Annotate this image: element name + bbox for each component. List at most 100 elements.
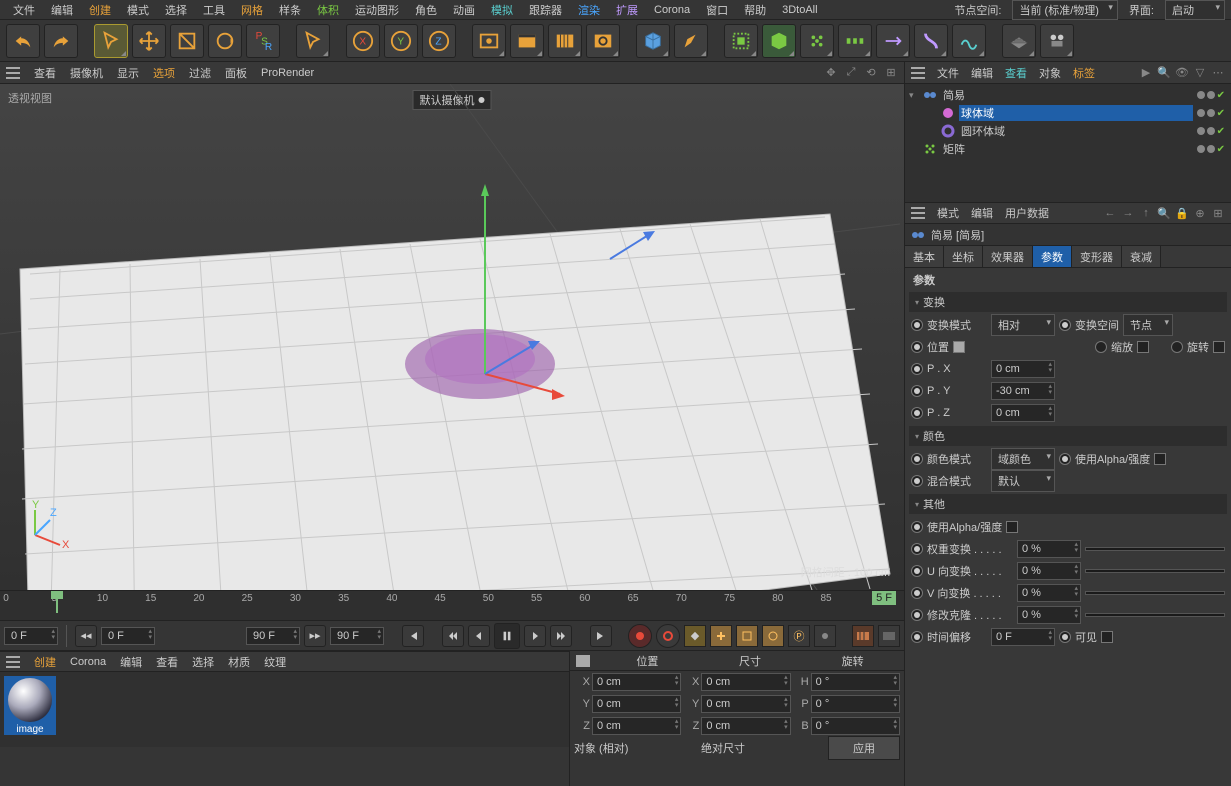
vp-orbit-icon[interactable]: ⟲ <box>864 66 878 80</box>
menu-help[interactable]: 帮助 <box>737 0 773 20</box>
rotation-checkbox[interactable] <box>1213 341 1225 353</box>
extrude-button[interactable] <box>762 24 796 58</box>
weight-field[interactable]: 0 %▴▾ <box>1017 540 1081 558</box>
key-pla-button[interactable] <box>814 625 836 647</box>
coord-size-field[interactable]: 0 cm▴▾ <box>701 717 790 735</box>
v-slider[interactable] <box>1085 591 1225 595</box>
menu-character[interactable]: 角色 <box>408 0 444 20</box>
range-start-icon[interactable]: ◂◂ <box>75 625 97 647</box>
om-menu-tags[interactable]: 标签 <box>1073 65 1095 81</box>
attr-menu-edit[interactable]: 编辑 <box>971 205 993 221</box>
menu-select[interactable]: 选择 <box>158 0 194 20</box>
render-settings-button[interactable] <box>586 24 620 58</box>
environment-button[interactable] <box>952 24 986 58</box>
coord-burger-icon[interactable] <box>576 655 590 667</box>
range-start-field[interactable]: 0 F▴▾ <box>101 627 155 645</box>
object-tree[interactable]: ▾ 简易 ✔ 球体域 ✔ 圆环体域 ✔ 矩阵 ✔ <box>905 84 1231 202</box>
visibility-dot[interactable] <box>1197 145 1205 153</box>
blend-mode-dropdown[interactable]: 默认 <box>991 470 1055 492</box>
v-radio[interactable] <box>911 587 923 599</box>
timeline-fcurve-button[interactable] <box>878 625 900 647</box>
color-mode-dropdown[interactable]: 域颜色 <box>991 448 1055 470</box>
vp-max-icon[interactable]: ⊞ <box>884 66 898 80</box>
goto-start-button[interactable] <box>402 625 424 647</box>
position-checkbox[interactable] <box>953 341 965 353</box>
menu-3dtoall[interactable]: 3DtoAll <box>775 2 824 18</box>
render-dot[interactable] <box>1207 109 1215 117</box>
om-menu-file[interactable]: 文件 <box>937 65 959 81</box>
coord-rot-field[interactable]: 0 °▴▾ <box>811 673 900 691</box>
object-name[interactable]: 矩阵 <box>941 141 1193 157</box>
psr-tool[interactable]: PSR <box>246 24 280 58</box>
render-pv-button[interactable] <box>510 24 544 58</box>
coord-rot-field[interactable]: 0 °▴▾ <box>811 695 900 713</box>
visible-radio[interactable] <box>1059 631 1071 643</box>
mat-menu-create[interactable]: 创建 <box>34 654 56 670</box>
pz-field[interactable]: 0 cm▴▾ <box>991 404 1055 422</box>
lasso-tool[interactable] <box>296 24 330 58</box>
attr-new-icon[interactable]: ⊕ <box>1193 206 1207 220</box>
menu-spline[interactable]: 样条 <box>272 0 308 20</box>
render-dot[interactable] <box>1207 145 1215 153</box>
vp-menu-options[interactable]: 选项 <box>153 65 175 81</box>
section-color[interactable]: 颜色 <box>909 426 1227 446</box>
keyframe-sel-button[interactable]: ◆ <box>684 625 706 647</box>
section-transform[interactable]: 变换 <box>909 292 1227 312</box>
object-name[interactable]: 球体域 <box>959 105 1193 121</box>
key-scale-button[interactable] <box>736 625 758 647</box>
coord-rot-field[interactable]: 0 °▴▾ <box>811 717 900 735</box>
transform-mode-dropdown[interactable]: 相对 <box>991 314 1055 336</box>
cloner-button[interactable] <box>800 24 834 58</box>
menu-animate[interactable]: 动画 <box>446 0 482 20</box>
coord-size-field[interactable]: 0 cm▴▾ <box>701 673 790 691</box>
coord-size-field[interactable]: 0 cm▴▾ <box>701 695 790 713</box>
mat-menu-edit[interactable]: 编辑 <box>120 654 142 670</box>
enable-check-icon[interactable]: ✔ <box>1217 108 1225 119</box>
range-end-icon[interactable]: ▸▸ <box>304 625 326 647</box>
menu-render[interactable]: 渲染 <box>571 0 607 20</box>
render-region-button[interactable] <box>548 24 582 58</box>
scale-radio[interactable] <box>1095 341 1107 353</box>
attr-burger-icon[interactable] <box>911 207 925 219</box>
cube-button[interactable] <box>636 24 670 58</box>
playhead[interactable] <box>56 591 58 613</box>
clone-radio[interactable] <box>911 609 923 621</box>
attr-tab-coord[interactable]: 坐标 <box>944 246 983 267</box>
mat-menu-corona[interactable]: Corona <box>70 656 106 668</box>
field-button[interactable] <box>876 24 910 58</box>
attr-tab-falloff[interactable]: 衰减 <box>1122 246 1161 267</box>
u-slider[interactable] <box>1085 569 1225 573</box>
scale-tool[interactable] <box>170 24 204 58</box>
menu-edit[interactable]: 编辑 <box>44 0 80 20</box>
visible-checkbox[interactable] <box>1101 631 1113 643</box>
menu-corona[interactable]: Corona <box>647 2 697 18</box>
range-end-field[interactable]: 90 F▴▾ <box>246 627 300 645</box>
coord-size-mode-dropdown[interactable]: 绝对尺寸 <box>701 740 826 756</box>
other-alpha-checkbox[interactable] <box>1006 521 1018 533</box>
time-field[interactable]: 0 F▴▾ <box>991 628 1055 646</box>
attr-find-icon[interactable]: 🔍 <box>1157 206 1171 220</box>
clone-field[interactable]: 0 %▴▾ <box>1017 606 1081 624</box>
v-field[interactable]: 0 %▴▾ <box>1017 584 1081 602</box>
camera-button[interactable] <box>1040 24 1074 58</box>
rotate-tool[interactable] <box>208 24 242 58</box>
attr-back-icon[interactable]: ← <box>1103 206 1117 220</box>
move-tool[interactable] <box>132 24 166 58</box>
blend-mode-radio[interactable] <box>911 475 923 487</box>
object-row[interactable]: 圆环体域 ✔ <box>905 122 1231 140</box>
time-radio[interactable] <box>911 631 923 643</box>
enable-check-icon[interactable]: ✔ <box>1217 126 1225 137</box>
color-mode-radio[interactable] <box>911 453 923 465</box>
weight-radio[interactable] <box>911 543 923 555</box>
coord-apply-button[interactable]: 应用 <box>828 736 900 760</box>
attr-tab-basic[interactable]: 基本 <box>905 246 944 267</box>
om-filter-icon[interactable]: ▽ <box>1193 66 1207 80</box>
key-pos-button[interactable] <box>710 625 732 647</box>
om-menu-view[interactable]: 查看 <box>1005 65 1027 81</box>
py-radio[interactable] <box>911 385 923 397</box>
next-key-button[interactable] <box>550 625 572 647</box>
enable-check-icon[interactable]: ✔ <box>1217 90 1225 101</box>
om-more-icon[interactable]: ⋯ <box>1211 66 1225 80</box>
vp-menu-filter[interactable]: 过滤 <box>189 65 211 81</box>
key-param-button[interactable]: Ⓟ <box>788 625 810 647</box>
